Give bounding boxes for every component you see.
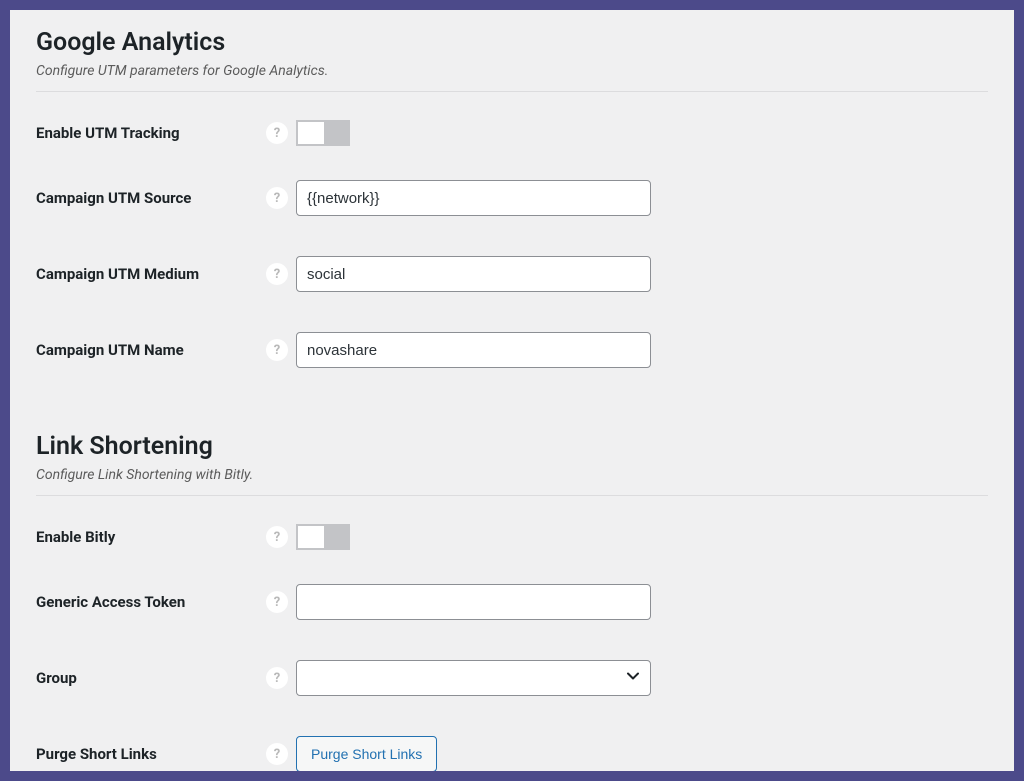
help-icon[interactable]: ? (266, 667, 288, 689)
row-enable-utm: Enable UTM Tracking ? (36, 106, 988, 160)
row-access-token: Generic Access Token ? (36, 564, 988, 640)
toggle-knob (298, 526, 324, 548)
label-utm-medium: Campaign UTM Medium (36, 265, 266, 283)
label-enable-utm: Enable UTM Tracking (36, 124, 266, 142)
label-purge: Purge Short Links (36, 745, 266, 763)
section-title-shortening: Link Shortening (36, 432, 988, 461)
row-utm-source: Campaign UTM Source ? (36, 160, 988, 236)
section-subtitle-shortening: Configure Link Shortening with Bitly. (36, 467, 988, 483)
row-purge: Purge Short Links ? Purge Short Links (36, 716, 988, 771)
row-group: Group ? (36, 640, 988, 716)
divider (36, 495, 988, 496)
help-icon[interactable]: ? (266, 339, 288, 361)
label-utm-source: Campaign UTM Source (36, 189, 266, 207)
label-utm-name: Campaign UTM Name (36, 341, 266, 359)
row-utm-medium: Campaign UTM Medium ? (36, 236, 988, 312)
toggle-enable-utm[interactable] (296, 120, 350, 146)
row-utm-name: Campaign UTM Name ? (36, 312, 988, 388)
help-icon[interactable]: ? (266, 591, 288, 613)
label-access-token: Generic Access Token (36, 593, 266, 611)
input-utm-source[interactable] (296, 180, 651, 216)
help-icon[interactable]: ? (266, 122, 288, 144)
select-group[interactable] (296, 660, 651, 696)
input-utm-medium[interactable] (296, 256, 651, 292)
help-icon[interactable]: ? (266, 526, 288, 548)
help-icon[interactable]: ? (266, 743, 288, 765)
purge-button[interactable]: Purge Short Links (296, 736, 437, 771)
label-enable-bitly: Enable Bitly (36, 528, 266, 546)
row-enable-bitly: Enable Bitly ? (36, 510, 988, 564)
section-subtitle-analytics: Configure UTM parameters for Google Anal… (36, 63, 988, 79)
help-icon[interactable]: ? (266, 263, 288, 285)
label-group: Group (36, 669, 266, 687)
toggle-enable-bitly[interactable] (296, 524, 350, 550)
divider (36, 91, 988, 92)
toggle-knob (298, 122, 324, 144)
input-access-token[interactable] (296, 584, 651, 620)
input-utm-name[interactable] (296, 332, 651, 368)
settings-panel: Google Analytics Configure UTM parameter… (10, 10, 1014, 771)
help-icon[interactable]: ? (266, 187, 288, 209)
section-title-analytics: Google Analytics (36, 28, 988, 57)
